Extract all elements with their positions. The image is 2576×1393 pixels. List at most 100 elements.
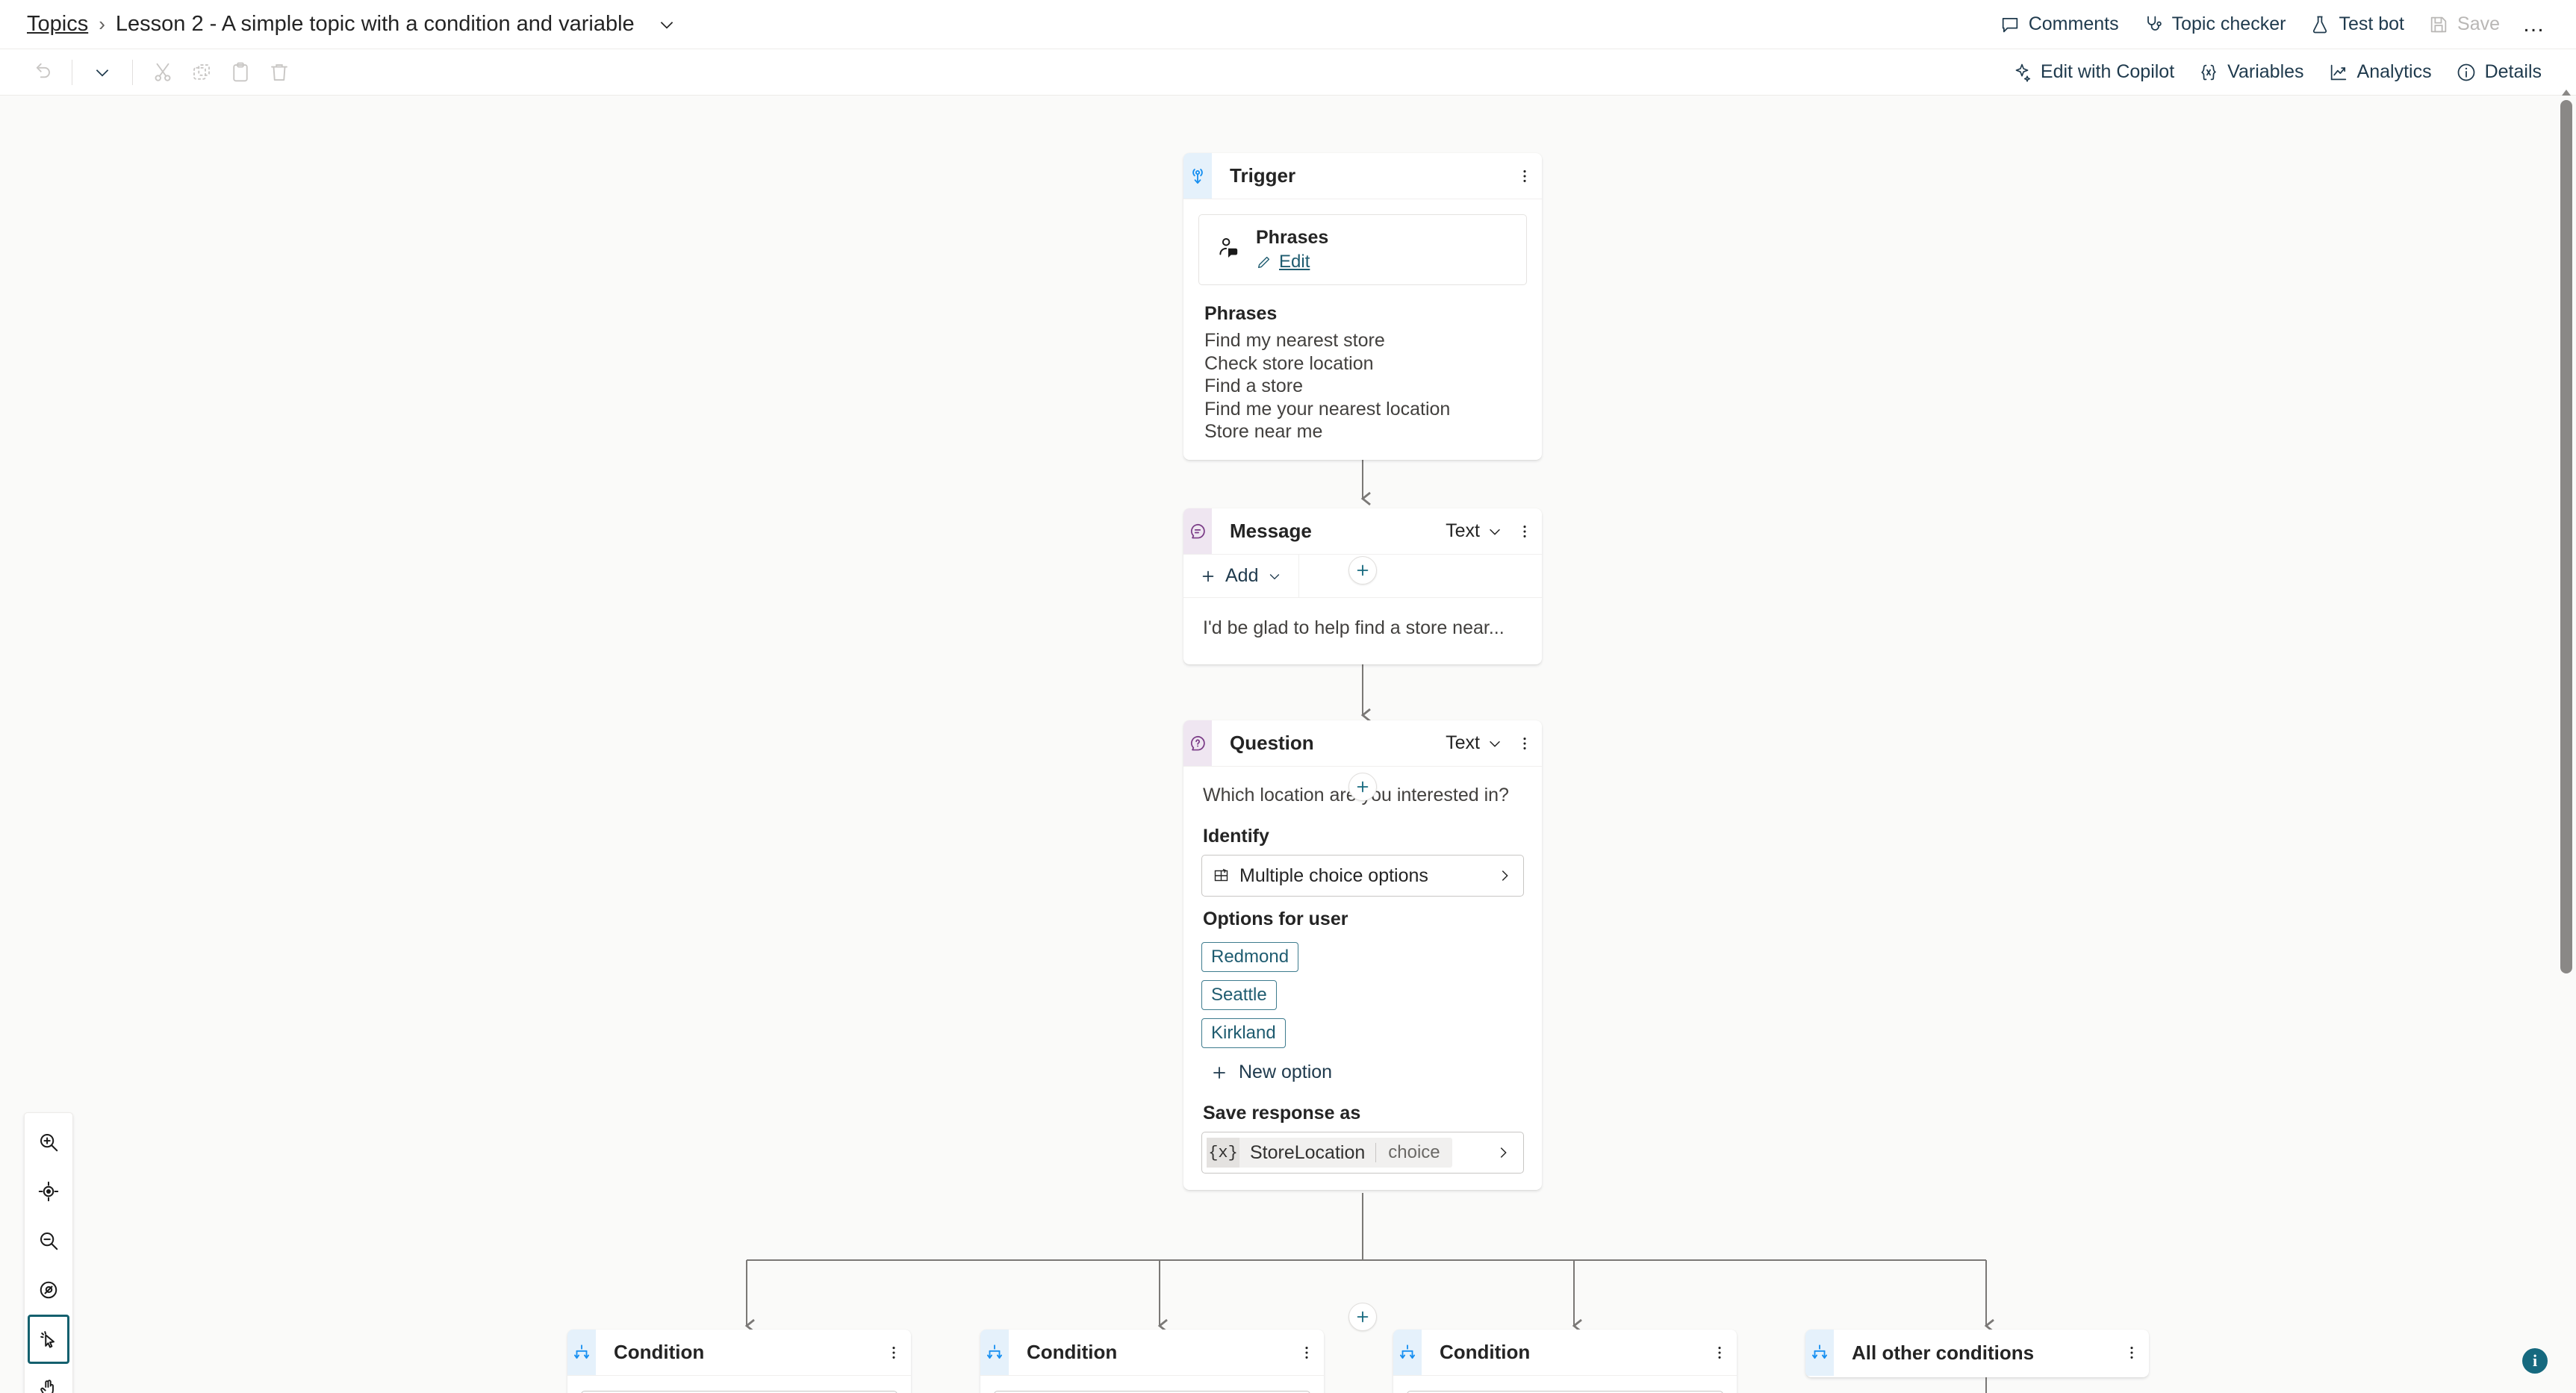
trigger-phrase-item: Find a store — [1204, 375, 1304, 396]
flask-icon — [2313, 16, 2327, 33]
flow-canvas[interactable]: Trigger Phrases Edit Phrases Find my nea… — [0, 96, 2576, 1393]
question-new-option-button[interactable]: New option — [1183, 1048, 1542, 1091]
edit-with-copilot-button[interactable]: Edit with Copilot — [2000, 54, 2186, 90]
scroll-up-arrow-icon[interactable] — [2562, 90, 2571, 96]
trigger-node-more-icon[interactable] — [1508, 153, 1542, 199]
message-add-button[interactable]: Add — [1183, 555, 1300, 597]
editing-toolbar-actions: Edit with Copilot Variables Analytics De… — [2000, 54, 2576, 90]
variable-name: StoreLocation — [1250, 1141, 1366, 1163]
trigger-signal-icon — [1183, 153, 1212, 199]
top-bar-actions: Comments Topic checker Test bot Save … — [1988, 7, 2576, 43]
condition-node-title: Condition — [614, 1341, 705, 1363]
zoom-in-icon — [40, 1134, 58, 1152]
save-button[interactable]: Save — [2416, 7, 2512, 43]
delete-button[interactable] — [260, 55, 299, 90]
editing-toolbar: Edit with Copilot Variables Analytics De… — [0, 49, 2576, 96]
variables-button[interactable]: Variables — [2186, 54, 2315, 90]
condition-node[interactable]: Condition {x} StoreLocation choice — [1393, 1330, 1737, 1393]
add-node-button[interactable] — [1348, 1303, 1377, 1331]
analytics-button[interactable]: Analytics — [2316, 54, 2444, 90]
reset-view-button[interactable] — [28, 1265, 69, 1315]
chevron-down-icon[interactable] — [657, 15, 676, 34]
vertical-scrollbar[interactable] — [2558, 90, 2575, 1387]
message-add-label: Add — [1225, 565, 1259, 586]
paste-button[interactable] — [221, 55, 260, 90]
page-title: Lesson 2 - A simple topic with a conditi… — [115, 12, 635, 36]
chevron-right-icon[interactable] — [1495, 1144, 1523, 1161]
details-button[interactable]: Details — [2444, 54, 2554, 90]
message-node-more-icon[interactable] — [1508, 508, 1542, 554]
trigger-node-body: Phrases Edit Phrases Find my nearest sto… — [1183, 214, 1542, 460]
comments-button[interactable]: Comments — [1988, 7, 2131, 43]
save-disk-icon — [2430, 16, 2447, 32]
fit-to-center-button[interactable] — [28, 1167, 69, 1216]
condition-node-more-icon[interactable] — [1289, 1330, 1324, 1375]
trend-chart-icon — [2330, 64, 2346, 80]
all-other-conditions-header: All other conditions — [1805, 1330, 2149, 1376]
all-other-conditions-more-icon[interactable] — [2115, 1330, 2149, 1376]
question-save-variable-picker[interactable]: {x} StoreLocation choice — [1201, 1132, 1524, 1174]
question-option-chip[interactable]: Seattle — [1201, 980, 1277, 1010]
fit-to-center-icon — [38, 1181, 59, 1202]
breadcrumb-topics-link[interactable]: Topics — [27, 12, 88, 37]
cut-button[interactable] — [143, 55, 182, 90]
message-type-dropdown[interactable]: Text — [1446, 508, 1508, 554]
condition-branch-icon — [1805, 1330, 1834, 1376]
trigger-phrases-edit-label: Edit — [1279, 252, 1310, 272]
condition-node[interactable]: Condition {x} StoreLocation choice — [980, 1330, 1324, 1393]
sparkle-icon — [2015, 63, 2030, 82]
all-other-conditions-title: All other conditions — [1852, 1341, 2035, 1364]
question-node-body: Which location are you interested in? Id… — [1183, 767, 1542, 1174]
add-node-button[interactable] — [1348, 556, 1377, 585]
question-identify-value: Multiple choice options — [1239, 864, 1428, 886]
comments-label: Comments — [2028, 13, 2119, 34]
trigger-node-header: Trigger — [1183, 153, 1542, 199]
info-circle-icon — [2457, 63, 2474, 81]
condition-node-body: {x} StoreLocation choice — [567, 1376, 911, 1393]
copy-button[interactable] — [182, 55, 221, 90]
condition-node-body: {x} StoreLocation choice — [980, 1376, 1324, 1393]
undo-button[interactable] — [22, 55, 61, 90]
condition-branch-icon — [567, 1330, 596, 1375]
scrollbar-thumb[interactable] — [2560, 100, 2572, 973]
save-label: Save — [2457, 13, 2500, 34]
condition-node[interactable]: Condition {x} StoreLocation choice — [567, 1330, 911, 1393]
condition-node-more-icon[interactable] — [877, 1330, 911, 1375]
trigger-phrases-card[interactable]: Phrases Edit — [1198, 214, 1527, 285]
all-other-conditions-node[interactable]: All other conditions — [1805, 1330, 2149, 1377]
topic-checker-label: Topic checker — [2171, 13, 2286, 34]
more-options-icon[interactable]: … — [2512, 12, 2557, 37]
condition-node-title: Condition — [1027, 1341, 1118, 1363]
zoom-in-button[interactable] — [28, 1118, 69, 1167]
question-option-chip[interactable]: Redmond — [1201, 942, 1299, 972]
details-label: Details — [2484, 61, 2542, 82]
trigger-node[interactable]: Trigger Phrases Edit Phrases Find my nea… — [1183, 153, 1542, 460]
toolbar-divider — [132, 59, 133, 85]
plus-icon — [1357, 564, 1369, 576]
test-bot-button[interactable]: Test bot — [2297, 7, 2416, 43]
select-pointer-icon — [40, 1331, 55, 1348]
breadcrumb-separator-icon: › — [99, 13, 105, 35]
select-pointer-button[interactable] — [28, 1315, 69, 1364]
message-text[interactable]: I'd be glad to help find a store near... — [1183, 598, 1542, 664]
undo-history-dropdown[interactable] — [83, 55, 122, 90]
condition-node-more-icon[interactable] — [1702, 1330, 1737, 1375]
chevron-right-icon — [1502, 870, 1508, 881]
add-node-button[interactable] — [1348, 773, 1377, 801]
trigger-phrases-edit-link[interactable]: Edit — [1256, 252, 1328, 272]
zoom-out-button[interactable] — [28, 1216, 69, 1265]
topic-checker-button[interactable]: Topic checker — [2131, 7, 2298, 43]
reset-view-icon — [40, 1281, 57, 1299]
trigger-phrases-card-title: Phrases — [1256, 227, 1329, 248]
question-type-dropdown[interactable]: Text — [1446, 720, 1508, 766]
condition-node-title: Condition — [1440, 1341, 1531, 1363]
help-info-button[interactable]: i — [2522, 1348, 2548, 1374]
message-node[interactable]: Message Text Add I'd be glad to help fin… — [1183, 508, 1542, 664]
chevron-down-icon — [96, 69, 109, 77]
trigger-phrase-item: Store near me — [1204, 421, 1323, 442]
question-option-chip[interactable]: Kirkland — [1201, 1018, 1286, 1048]
question-node-more-icon[interactable] — [1508, 720, 1542, 766]
trigger-phrases-list: Phrases Find my nearest store Check stor… — [1183, 300, 1542, 460]
pan-hand-button[interactable] — [28, 1364, 69, 1393]
question-identify-picker[interactable]: Multiple choice options — [1201, 855, 1524, 897]
